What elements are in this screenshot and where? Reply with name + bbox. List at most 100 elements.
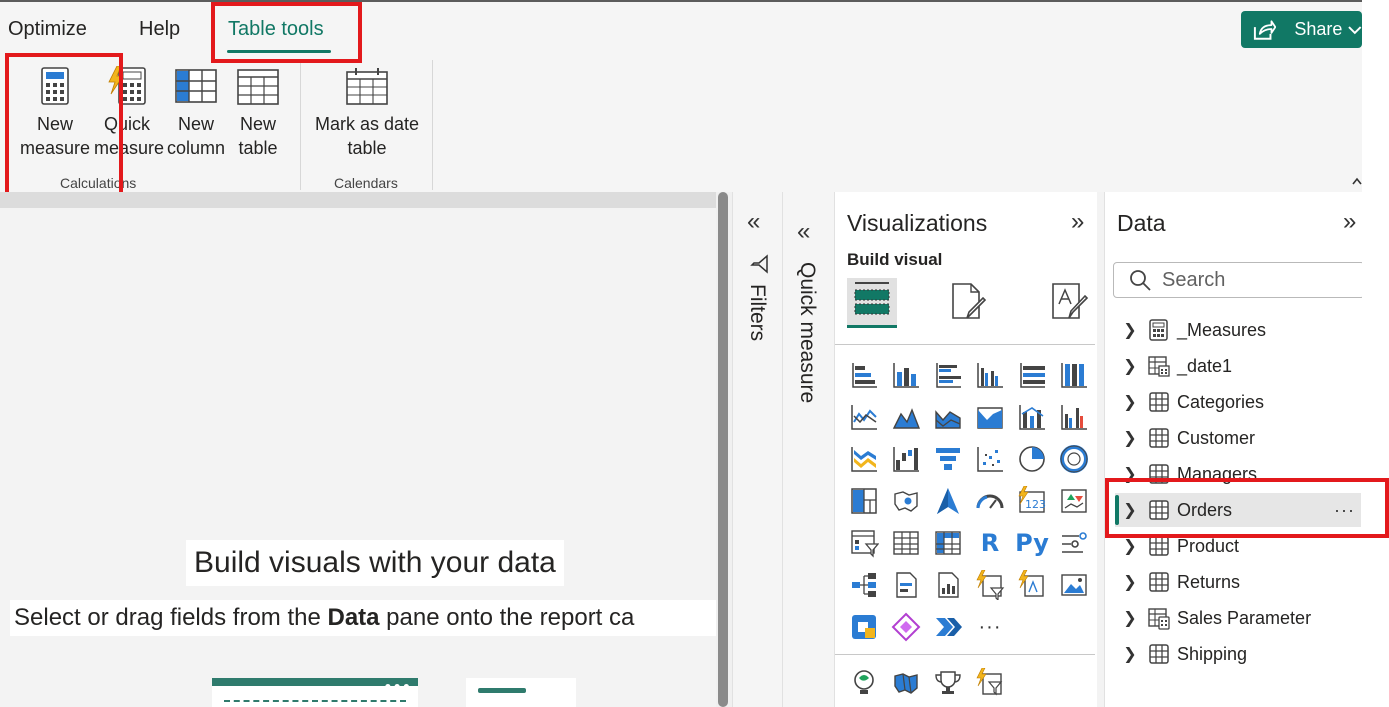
image-visual-icon[interactable] — [1057, 568, 1091, 602]
chevron-right-icon[interactable]: ❯ — [1119, 608, 1141, 628]
tab-help[interactable]: Help — [139, 18, 180, 41]
100-stacked-column-chart-icon[interactable] — [1057, 358, 1091, 392]
matrix-icon[interactable] — [931, 526, 965, 560]
clustered-bar-chart-icon[interactable] — [931, 358, 965, 392]
mark-as-date-table-button[interactable]: Mark as date table — [312, 66, 422, 160]
mark-as-date-label-line2: table — [347, 138, 387, 158]
new-column-label-line1: New — [177, 114, 214, 134]
canvas-title: Build visuals with your data — [186, 540, 564, 586]
ribbon: Optimize Help Table tools Share New meas… — [0, 2, 1362, 192]
svg-text:123: 123 — [1025, 498, 1046, 511]
analytics-tab[interactable] — [1043, 278, 1093, 328]
data-table-item-measures[interactable]: ❯ _Measures — [1115, 313, 1361, 347]
power-apps-diamond-icon[interactable] — [889, 610, 923, 644]
quick-measure-pane-label: Quick measure — [796, 262, 819, 404]
ribbon-chart-icon[interactable] — [847, 442, 881, 476]
new-column-label-line2: column — [166, 138, 226, 158]
tab-optimize[interactable]: Optimize — [8, 18, 87, 41]
analytics-icon — [1052, 283, 1089, 319]
canvas-scrollbar[interactable] — [716, 192, 732, 707]
arcgis-map-icon[interactable] — [847, 666, 881, 700]
data-item-label: Customer — [1177, 427, 1256, 448]
chevron-right-icon[interactable]: ❯ — [1119, 572, 1141, 592]
slicer-icon[interactable] — [847, 526, 881, 560]
gauge-icon[interactable] — [973, 484, 1007, 518]
kpi-icon[interactable] — [1057, 484, 1091, 518]
chevron-right-icon[interactable]: ❯ — [1119, 536, 1141, 556]
share-label: Share — [1294, 19, 1343, 39]
stacked-bar-chart-icon[interactable] — [847, 358, 881, 392]
scrollbar-thumb[interactable] — [718, 192, 728, 707]
line-and-area-chart-icon[interactable] — [973, 400, 1007, 434]
placeholder-illustration: ●●● — [212, 678, 418, 707]
pie-chart-icon[interactable] — [1015, 442, 1049, 476]
collapse-ribbon-icon[interactable] — [1352, 172, 1362, 188]
visualizations-pane: Visualizations » Build visual 123 R Py ·… — [834, 192, 1105, 707]
chevron-right-icon[interactable]: ❯ — [1119, 644, 1141, 664]
python-visual-icon[interactable]: Py — [1015, 526, 1049, 560]
filters-pane-collapsed[interactable]: « Filters — [732, 192, 782, 707]
power-automate-icon[interactable] — [931, 610, 965, 644]
card-icon[interactable]: 123 — [1015, 484, 1049, 518]
funnel-chart-icon[interactable] — [931, 442, 965, 476]
100-stacked-bar-chart-icon[interactable] — [1015, 358, 1049, 392]
filter-icon — [750, 254, 768, 274]
more-visuals-icon[interactable]: ··· — [973, 610, 1007, 644]
chevron-right-icon[interactable]: ❯ — [1119, 356, 1141, 376]
ribbon-separator — [300, 60, 301, 190]
area-chart-icon[interactable] — [889, 400, 923, 434]
data-table-item-date1[interactable]: ❯ _date1 — [1115, 349, 1361, 383]
metrics-visual-icon[interactable] — [973, 568, 1007, 602]
data-item-label: _Measures — [1177, 319, 1267, 340]
data-search-box[interactable]: Search — [1113, 262, 1365, 298]
build-visual-label: Build visual — [847, 250, 943, 269]
donut-chart-icon[interactable] — [1057, 442, 1091, 476]
data-table-item-shipping[interactable]: ❯ Shipping — [1115, 637, 1361, 671]
new-table-icon — [237, 69, 279, 105]
data-table-item-sales-parameter[interactable]: ❯ Sales Parameter — [1115, 601, 1361, 635]
waterfall-chart-icon[interactable] — [889, 442, 923, 476]
r-script-visual-icon[interactable]: R — [973, 526, 1007, 560]
line-chart-icon[interactable] — [847, 400, 881, 434]
line-and-clustered-column-chart-icon[interactable] — [1057, 400, 1091, 434]
chevron-right-icon[interactable]: ❯ — [1119, 392, 1141, 412]
key-influencers-icon[interactable] — [1057, 526, 1091, 560]
clustered-column-chart-icon[interactable] — [973, 358, 1007, 392]
power-apps-visual-icon[interactable] — [847, 610, 881, 644]
chevron-right-icon[interactable]: ❯ — [1119, 428, 1141, 448]
stacked-column-chart-icon[interactable] — [889, 358, 923, 392]
build-visual-tab[interactable] — [847, 278, 897, 328]
paginated-report-visual-icon[interactable] — [1015, 568, 1049, 602]
stacked-area-chart-icon[interactable] — [931, 400, 965, 434]
map-icon[interactable] — [889, 484, 923, 518]
table-visual-icon[interactable] — [889, 526, 923, 560]
line-and-stacked-column-chart-icon[interactable] — [1015, 400, 1049, 434]
expand-filters-icon[interactable]: « — [747, 208, 760, 236]
shape-map-icon[interactable] — [889, 666, 923, 700]
new-column-button[interactable]: New column — [164, 66, 228, 160]
collapse-data-pane-icon[interactable]: » — [1343, 208, 1356, 236]
data-table-item-categories[interactable]: ❯ Categories — [1115, 385, 1361, 419]
qa-visual-icon[interactable] — [889, 568, 923, 602]
group-label-calendars: Calendars — [334, 175, 398, 191]
smart-narrative-icon[interactable] — [931, 568, 965, 602]
collapse-visualizations-icon[interactable]: » — [1071, 208, 1084, 236]
quick-filter-visual-icon[interactable] — [973, 666, 1007, 700]
scatter-chart-icon[interactable] — [973, 442, 1007, 476]
data-table-item-returns[interactable]: ❯ Returns — [1115, 565, 1361, 599]
chevron-right-icon[interactable]: ❯ — [1119, 320, 1141, 340]
treemap-icon[interactable] — [847, 484, 881, 518]
format-visual-tab[interactable] — [945, 278, 995, 328]
trophy-visual-icon[interactable] — [931, 666, 965, 700]
report-canvas[interactable]: Build visuals with your data Select or d… — [0, 192, 716, 707]
share-icon — [1253, 19, 1277, 40]
new-table-button[interactable]: New table — [232, 66, 284, 160]
expand-quick-measure-icon[interactable]: « — [797, 218, 810, 246]
quick-measure-pane-collapsed[interactable]: « Quick measure — [782, 192, 834, 707]
data-table-item-customer[interactable]: ❯ Customer — [1115, 421, 1361, 455]
decomposition-tree-icon[interactable] — [847, 568, 881, 602]
share-button[interactable]: Share — [1241, 11, 1362, 48]
table-icon — [1149, 644, 1169, 664]
azure-map-icon[interactable] — [931, 484, 965, 518]
window-edge — [1362, 0, 1389, 707]
